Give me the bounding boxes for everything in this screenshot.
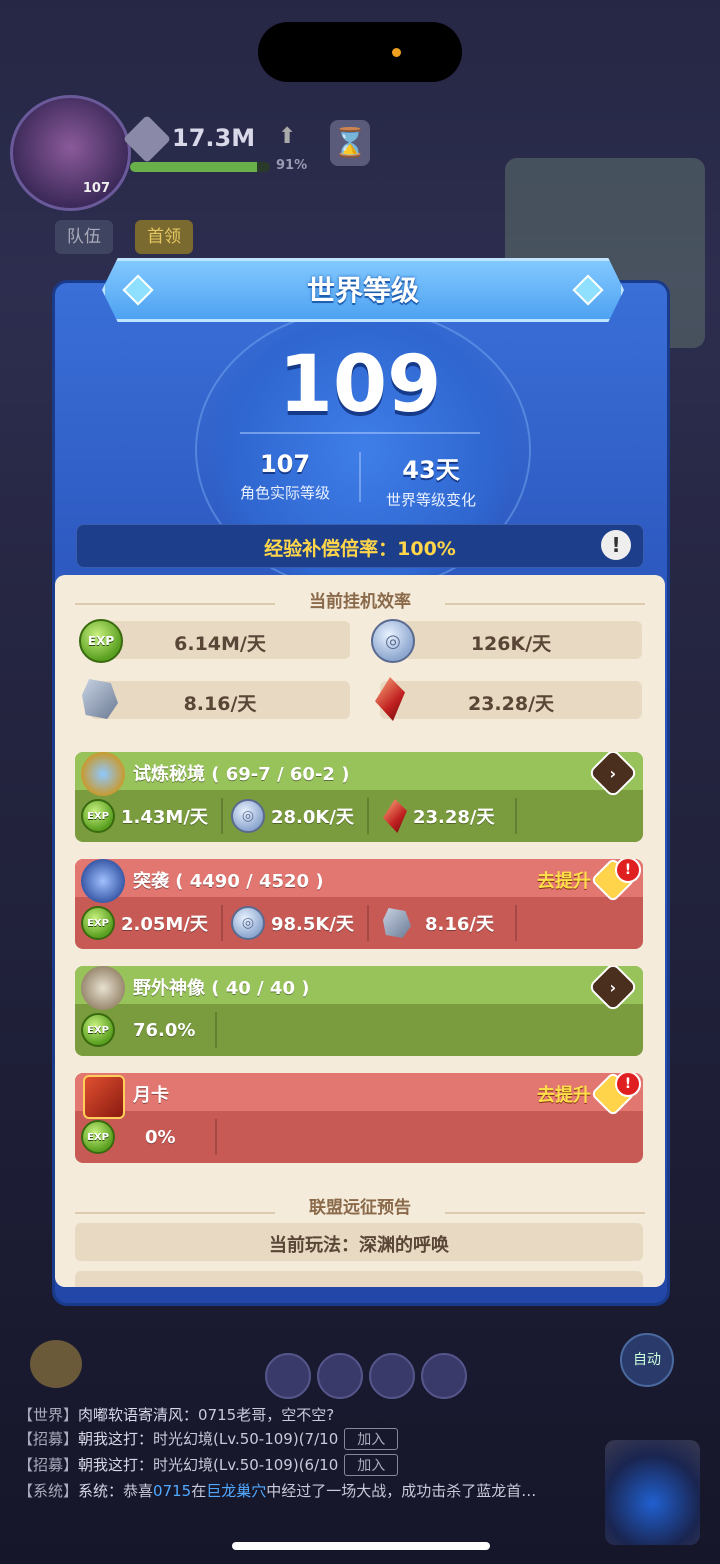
player-avatar[interactable]: 107	[10, 95, 131, 211]
card-raid[interactable]: 突袭 ( 4490 / 4520 ) 去提升 ! EXP 2.05M/天 ◎ 98.…	[75, 859, 643, 949]
join-button[interactable]: 加入	[344, 1428, 399, 1450]
improve-link[interactable]: 去提升	[537, 1081, 591, 1107]
title-banner: 世界等级	[102, 258, 624, 322]
stone-icon	[383, 908, 411, 938]
card-monthly[interactable]: 月卡 去提升 ! EXP 0%	[75, 1073, 643, 1163]
join-button[interactable]: 加入	[344, 1454, 399, 1476]
coin-icon: ◎	[231, 906, 265, 940]
chat-line[interactable]: 【世界】肉嘟软语寄清风：0715老哥，空不空?	[18, 1404, 708, 1425]
panel-title: 世界等级	[306, 274, 419, 307]
coin-icon: ◎	[231, 799, 265, 833]
exp-icon: EXP	[81, 799, 115, 833]
portal-icon[interactable]	[605, 1440, 700, 1545]
helmet-icon	[81, 859, 125, 903]
divider	[240, 432, 480, 434]
tab-team[interactable]: 队伍	[55, 220, 113, 254]
idle-crystal: 23.28/天	[380, 681, 642, 719]
card-title: 月卡	[133, 1085, 169, 1106]
section-title: 联盟远征预告	[309, 1198, 411, 1218]
actual-level-stat: 107 角色实际等级	[239, 450, 330, 502]
power-value: 17.3M	[172, 124, 256, 152]
skill-icon[interactable]	[421, 1353, 467, 1399]
upgrade-arrow-icon[interactable]: ⬆	[278, 124, 302, 149]
coin-icon: ◎	[371, 619, 415, 663]
progress-percent: 91%	[276, 158, 308, 173]
card-title: 突袭 ( 4490 / 4520 )	[133, 871, 324, 892]
exp-icon: EXP	[81, 906, 115, 940]
tab-boss[interactable]: 首领	[135, 220, 193, 254]
card-title: 试炼秘境 ( 69-7 / 60-2 )	[133, 764, 350, 785]
menu-icon[interactable]	[30, 1340, 82, 1388]
improve-link[interactable]: 去提升	[537, 867, 591, 893]
divider	[445, 603, 645, 605]
exp-rate-bar: 经验补偿倍率：100% !	[76, 524, 644, 568]
progress-bar	[130, 162, 270, 172]
section-title: 当前挂机效率	[309, 592, 411, 612]
home-indicator	[232, 1542, 490, 1550]
idle-coin: 126K/天	[380, 621, 642, 659]
statue-icon	[81, 966, 125, 1010]
exp-icon: EXP	[79, 619, 123, 663]
skill-icon[interactable]	[317, 1353, 363, 1399]
camera-notch	[258, 22, 462, 82]
card-title: 野外神像 ( 40 / 40 )	[133, 978, 310, 999]
exp-icon: EXP	[81, 1013, 115, 1047]
alliance-current: 当前玩法：深渊的呼唤	[75, 1223, 643, 1261]
world-level-value: 109	[278, 340, 442, 430]
skill-icon[interactable]	[369, 1353, 415, 1399]
idle-stone: 8.16/天	[90, 681, 350, 719]
divider	[445, 1212, 645, 1214]
eye-icon	[81, 752, 125, 796]
info-icon[interactable]: !	[601, 530, 631, 560]
auto-button[interactable]: 自动	[620, 1333, 674, 1387]
exp-icon: EXP	[81, 1120, 115, 1154]
player-level: 107	[82, 181, 110, 196]
card-trial[interactable]: 试炼秘境 ( 69-7 / 60-2 ) › EXP 1.43M/天 ◎ 28.0K…	[75, 752, 643, 842]
efficiency-section[interactable]: 当前挂机效率 6.14M/天 EXP 126K/天 ◎ 8.16/天 23.28…	[55, 575, 665, 1287]
skill-icon[interactable]	[265, 1353, 311, 1399]
level-change-stat: 43天 世界等级变化	[385, 456, 476, 509]
exp-rate-text: 经验补偿倍率：100%	[264, 538, 456, 560]
card-statue[interactable]: 野外神像 ( 40 / 40 ) › EXP 76.0%	[75, 966, 643, 1056]
sword-icon	[122, 114, 172, 164]
alliance-next	[75, 1271, 643, 1287]
idle-exp: 6.14M/天	[90, 621, 350, 659]
crystal-icon	[383, 799, 407, 833]
hourglass-icon[interactable]: ⌛	[330, 120, 370, 166]
